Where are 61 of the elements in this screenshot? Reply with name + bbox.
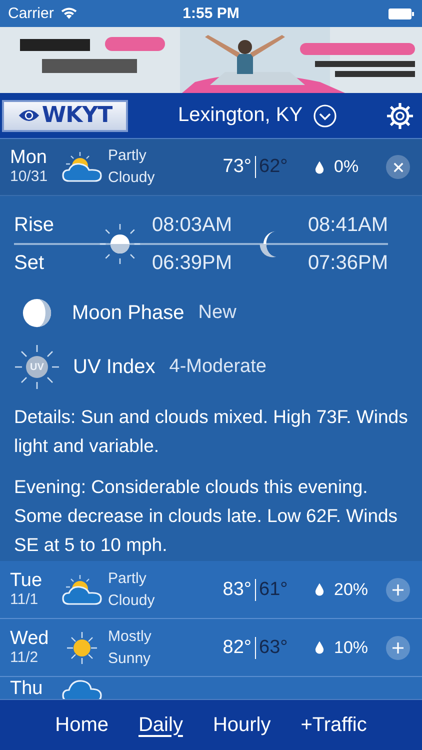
day-name: Wed — [10, 628, 50, 650]
day-name: Thu — [10, 678, 44, 699]
moonrise-time: 08:41AM — [308, 214, 388, 236]
raindrop-icon — [315, 160, 324, 174]
close-icon — [392, 162, 404, 172]
sunset-time: 06:39PM — [151, 252, 234, 274]
low-temperature: 62° — [259, 156, 289, 178]
clock-time: 1:55 PM — [182, 5, 240, 22]
collapse-button[interactable] — [386, 155, 410, 179]
sun-horizon-icon — [99, 223, 141, 265]
low-temperature: 63° — [259, 636, 289, 658]
half-moon-icon — [22, 298, 52, 328]
crescent-moon-icon — [258, 229, 278, 259]
nav-tab[interactable]: Home — [55, 712, 108, 738]
moon-phase-label: Moon Phase — [72, 302, 184, 324]
condition-text: Mostly Sunny — [108, 626, 152, 668]
battery-icon — [388, 8, 414, 20]
precipitation-chance: 0% — [334, 157, 360, 177]
plus-icon — [392, 584, 404, 596]
precipitation-chance: 20% — [334, 580, 370, 600]
forecast-text: Evening: Considerable clouds this evening. Some decrease in clouds late. Low 62F. Winds SE at 5 to 10 mph. — [14, 475, 399, 557]
raindrop-icon — [315, 641, 324, 654]
rise-label: Rise — [14, 214, 56, 236]
high-temperature: 82° — [222, 636, 252, 658]
wifi-icon — [60, 7, 78, 20]
sunrise-time: 08:03AM — [151, 214, 234, 236]
day-name: Mon — [10, 148, 48, 170]
moonset-time: 07:36PM — [308, 252, 388, 274]
low-temperature: 61° — [259, 578, 289, 600]
day-date: 11/1 — [10, 592, 40, 608]
chevron-down-icon — [312, 104, 337, 128]
raindrop-icon — [315, 583, 324, 596]
high-temperature: 83° — [222, 578, 252, 600]
expand-button[interactable] — [386, 636, 410, 660]
set-label: Set — [14, 252, 46, 274]
day-date: 10/31 — [10, 169, 49, 186]
nav-tab[interactable]: +Traffic — [300, 712, 367, 738]
condition-text: Partly Cloudy — [108, 568, 156, 610]
location-selector[interactable]: Lexington, KY — [178, 104, 337, 128]
day-date: 11/2 — [10, 650, 40, 666]
partly-cloudy-icon — [60, 150, 104, 184]
settings-icon[interactable] — [386, 102, 414, 130]
uv-index-value: 4-Moderate — [169, 356, 266, 378]
day-row[interactable]: Mon 10/31 Partly Cloudy 73° 62° 0% — [0, 139, 422, 196]
partly-cloudy-icon — [60, 572, 104, 606]
carrier-name: Carrier — [8, 5, 54, 22]
day-name: Tue — [10, 570, 44, 592]
condition-text: Partly Cloudy — [108, 146, 156, 188]
eye-icon — [18, 108, 40, 123]
logo-text: WKYT — [42, 103, 112, 128]
nav-tab[interactable]: Daily — [138, 712, 183, 738]
station-logo[interactable]: WKYT — [2, 100, 128, 132]
high-temperature: 73° — [222, 156, 252, 178]
expand-button[interactable] — [386, 578, 410, 602]
moon-phase-value: New — [198, 302, 236, 324]
plus-icon — [392, 642, 404, 654]
precipitation-chance: 10% — [334, 638, 370, 658]
nav-tab[interactable]: Hourly — [212, 712, 271, 738]
uv-index-label: UV Index — [73, 356, 156, 378]
cloud-icon — [60, 680, 104, 699]
forecast-text: Details: Sun and clouds mixed. High 73F. Winds light and variable. — [14, 405, 408, 458]
